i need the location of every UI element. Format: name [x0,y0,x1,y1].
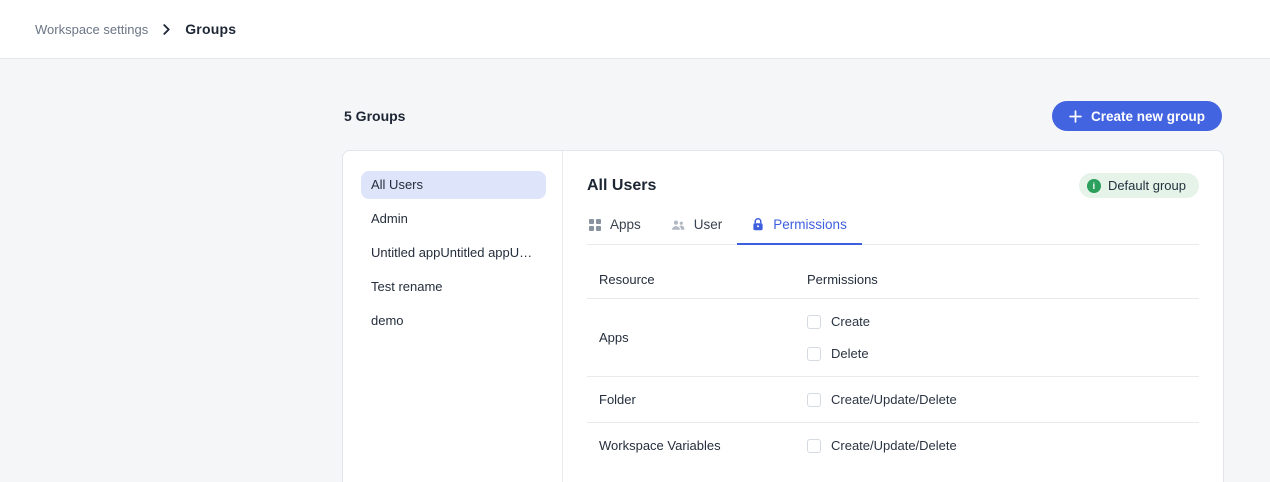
top-header: Workspace settings Groups [0,0,1270,59]
tab-permissions[interactable]: Permissions [737,215,862,245]
plus-icon [1069,110,1082,123]
permission-label-folder-cud: Create/Update/Delete [831,392,957,407]
tab-apps[interactable]: Apps [587,215,656,245]
group-item-test-rename[interactable]: Test rename [361,273,546,301]
group-item-untitled-app[interactable]: Untitled appUntitled appUntitle… [361,239,546,267]
default-group-badge-label: Default group [1108,178,1186,193]
group-title: All Users [587,177,656,195]
permissions-group-apps: Create Delete [807,314,870,361]
detail-tabs: Apps User Permissions [587,215,1199,245]
group-item-admin[interactable]: Admin [361,205,546,233]
breadcrumb-parent-link[interactable]: Workspace settings [35,22,148,37]
chevron-right-icon [161,24,172,35]
checkbox-apps-create[interactable] [807,315,821,329]
grid-icon [589,219,601,231]
create-new-group-button-label: Create new group [1091,109,1205,124]
column-header-resource: Resource [599,272,807,287]
resource-label-apps: Apps [599,330,807,345]
group-detail-panel: All Users i Default group Apps User [563,151,1223,482]
table-row-workspace-variables: Workspace Variables Create/Update/Delete [587,423,1199,468]
permission-label-wv-cud: Create/Update/Delete [831,438,957,453]
permission-item-delete: Delete [807,346,870,361]
permissions-group-workspace-variables: Create/Update/Delete [807,438,957,453]
permission-item-folder-cud: Create/Update/Delete [807,392,957,407]
permission-label-delete: Delete [831,346,869,361]
resource-label-folder: Folder [599,392,807,407]
info-icon: i [1087,179,1101,193]
tab-apps-label: Apps [610,217,641,232]
group-detail-header: All Users i Default group [587,173,1199,198]
checkbox-folder-cud[interactable] [807,393,821,407]
breadcrumb-current: Groups [185,21,236,37]
group-item-all-users[interactable]: All Users [361,171,546,199]
users-icon [671,219,685,231]
groups-card: All Users Admin Untitled appUntitled app… [342,150,1224,482]
permissions-table-header: Resource Permissions [587,247,1199,299]
lock-icon [752,218,764,231]
table-row-folder: Folder Create/Update/Delete [587,377,1199,423]
default-group-badge: i Default group [1079,173,1199,198]
tab-permissions-label: Permissions [773,217,847,232]
column-header-permissions: Permissions [807,272,878,287]
checkbox-apps-delete[interactable] [807,347,821,361]
permissions-group-folder: Create/Update/Delete [807,392,957,407]
tab-user-label: User [694,217,723,232]
groups-count-label: 5 Groups [344,108,405,124]
permission-label-create: Create [831,314,870,329]
table-row-apps: Apps Create Delete [587,299,1199,377]
tab-user[interactable]: User [656,215,738,245]
permission-item-create: Create [807,314,870,329]
permissions-table: Resource Permissions Apps Create Delete [587,247,1199,468]
checkbox-workspace-variables-cud[interactable] [807,439,821,453]
create-new-group-button[interactable]: Create new group [1052,101,1222,131]
permission-item-wv-cud: Create/Update/Delete [807,438,957,453]
group-item-demo[interactable]: demo [361,307,546,335]
resource-label-workspace-variables: Workspace Variables [599,438,807,453]
group-list: All Users Admin Untitled appUntitled app… [343,151,563,482]
